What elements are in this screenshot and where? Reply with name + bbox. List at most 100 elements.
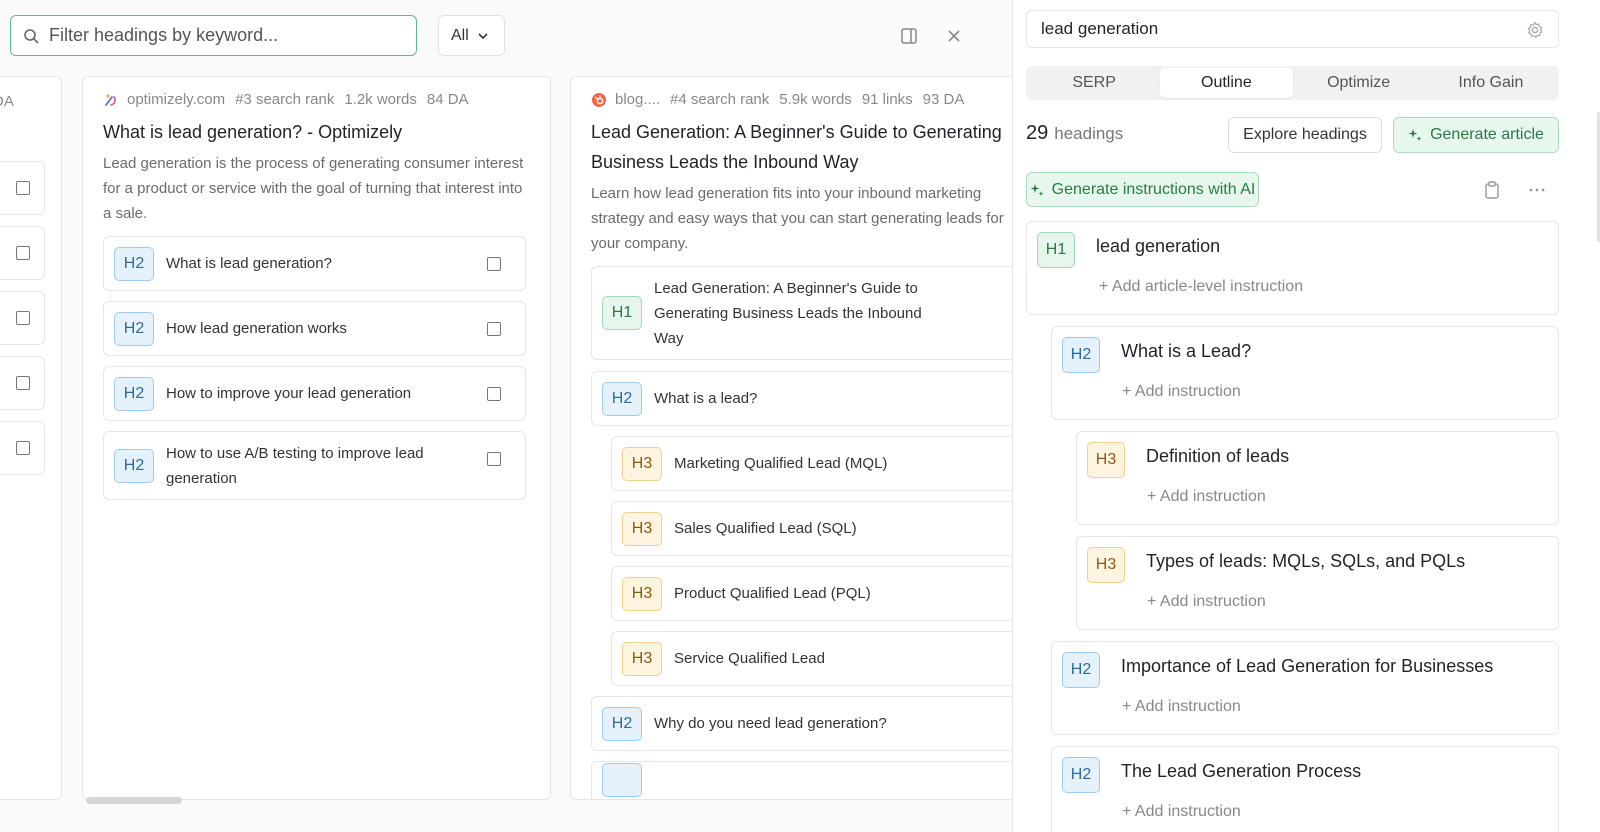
generate-article-button[interactable]: Generate article [1393, 117, 1559, 153]
outline-item-h3[interactable]: H3 Definition of leads + Add instruction [1076, 431, 1559, 525]
source-meta-da: DA [0, 93, 14, 110]
heading-checkbox[interactable] [487, 386, 501, 401]
heading-count: 29 headings [1026, 122, 1123, 145]
heading-text: How to use A/B testing to improve lead g… [166, 444, 424, 487]
source-links: 91 links [861, 91, 913, 108]
add-instruction-link[interactable]: + Add instruction [1122, 383, 1241, 401]
outline-heading-text[interactable]: Importance of Lead Generation for Busine… [1121, 656, 1493, 677]
outline-heading-text[interactable]: Definition of leads [1146, 446, 1289, 467]
heading-row[interactable] [0, 291, 45, 345]
generate-article-label: Generate article [1430, 126, 1544, 143]
heading-text: How lead generation works [166, 320, 347, 337]
heading-level-tag: H3 [622, 446, 662, 481]
gear-icon[interactable] [1526, 21, 1544, 39]
outline-heading-text[interactable]: The Lead Generation Process [1121, 761, 1361, 782]
source-description: Lead generation is the process of genera… [103, 155, 524, 222]
outline-level-tag: H2 [1062, 652, 1100, 688]
heading-row[interactable]: H3 Sales Qualified Lead (SQL) [611, 501, 1012, 556]
search-box[interactable] [10, 15, 417, 56]
heading-row[interactable]: H3 Service Qualified Lead [611, 631, 1012, 686]
add-instruction-link[interactable]: + Add instruction [1147, 593, 1266, 611]
panel-tabs: SERP Outline Optimize Info Gain [1026, 66, 1559, 100]
heading-row[interactable]: H2 What is a lead? [591, 371, 1012, 426]
heading-checkbox[interactable] [16, 376, 30, 390]
heading-text: Service Qualified Lead [674, 650, 825, 667]
outline-level-tag: H2 [1062, 757, 1100, 793]
outline-item-h2[interactable]: H2 Importance of Lead Generation for Bus… [1051, 641, 1559, 735]
close-icon[interactable] [944, 26, 964, 46]
heading-checkbox[interactable] [16, 311, 30, 325]
heading-level-tag: H1 [602, 296, 642, 330]
tab-info-gain[interactable]: Info Gain [1425, 68, 1557, 98]
outline-heading-text[interactable]: lead generation [1096, 236, 1220, 257]
search-input[interactable] [49, 25, 389, 46]
source-title[interactable]: What is lead generation? - Optimizely [103, 117, 402, 147]
heading-row[interactable]: H3 Marketing Qualified Lead (MQL) [611, 436, 1012, 491]
outline-item-h1[interactable]: H1 lead generation + Add article-level i… [1026, 221, 1559, 315]
outline-item-h2[interactable]: H2 The Lead Generation Process + Add ins… [1051, 746, 1559, 832]
heading-count-label: headings [1054, 124, 1124, 143]
heading-level-tag [602, 762, 642, 797]
heading-row[interactable] [0, 161, 45, 215]
more-options-icon[interactable] [1527, 180, 1547, 200]
outline-item-h2[interactable]: H2 What is a Lead? + Add instruction [1051, 326, 1559, 420]
heading-row[interactable]: H2 How to use A/B testing to improve lea… [103, 431, 526, 500]
heading-row[interactable]: H2 How to improve your lead generation [103, 366, 526, 421]
filter-dropdown[interactable]: All [438, 15, 505, 56]
heading-checkbox[interactable] [16, 181, 30, 195]
sparkle-icon [1408, 129, 1422, 141]
heading-row[interactable] [0, 421, 45, 475]
heading-text: How to improve your lead generation [166, 385, 412, 402]
heading-checkbox[interactable] [487, 256, 501, 271]
search-icon [23, 28, 39, 44]
heading-checkbox[interactable] [487, 452, 501, 466]
outline-level-tag: H3 [1087, 442, 1125, 478]
add-article-instruction-link[interactable]: + Add article-level instruction [1099, 278, 1303, 296]
tab-outline[interactable]: Outline [1160, 68, 1293, 98]
source-domain[interactable]: blog.... [615, 91, 660, 108]
outline-heading-text[interactable]: What is a Lead? [1121, 341, 1251, 362]
heading-row[interactable] [0, 226, 45, 280]
optimizely-favicon-icon [103, 92, 119, 108]
add-instruction-link[interactable]: + Add instruction [1122, 698, 1241, 716]
hubspot-favicon-icon [591, 92, 607, 108]
heading-checkbox[interactable] [16, 246, 30, 260]
source-rank: #4 search rank [670, 91, 770, 108]
heading-row[interactable]: H2 How lead generation works [103, 301, 526, 356]
source-title[interactable]: Lead Generation: A Beginner's Guide to G… [591, 117, 1012, 177]
heading-row[interactable]: H2 Why do you need lead generation? [591, 696, 1012, 751]
heading-row[interactable]: H3 Product Qualified Lead (PQL) [611, 566, 1012, 621]
outline-item-h3[interactable]: H3 Types of leads: MQLs, SQLs, and PQLs … [1076, 536, 1559, 630]
explore-headings-button[interactable]: Explore headings [1228, 117, 1382, 153]
heading-text: Sales Qualified Lead (SQL) [674, 520, 857, 537]
source-words: 1.2k words [344, 91, 417, 108]
source-da: 84 DA [426, 91, 469, 108]
heading-row[interactable]: H1 Lead Generation: A Beginner's Guide t… [591, 266, 1012, 360]
heading-level-tag: H2 [114, 246, 154, 281]
keyword-field[interactable]: lead generation [1026, 10, 1559, 48]
heading-checkbox[interactable] [487, 321, 501, 336]
heading-level-tag: H2 [602, 706, 642, 741]
tab-serp[interactable]: SERP [1028, 68, 1160, 98]
heading-count-number: 29 [1026, 122, 1049, 144]
heading-level-tag: H3 [622, 511, 662, 546]
source-rank: #3 search rank [235, 91, 335, 108]
source-domain[interactable]: optimizely.com [127, 91, 225, 108]
heading-row[interactable]: H2 What is lead generation? [103, 236, 526, 291]
heading-level-tag: H2 [602, 381, 642, 416]
heading-level-tag: H2 [114, 376, 154, 411]
clipboard-icon[interactable] [1482, 180, 1502, 200]
heading-row-partial[interactable] [591, 761, 1012, 799]
outline-heading-text[interactable]: Types of leads: MQLs, SQLs, and PQLs [1146, 551, 1465, 572]
heading-row[interactable] [0, 356, 45, 410]
heading-text: Lead Generation: A Beginner's Guide to G… [654, 279, 922, 347]
add-instruction-link[interactable]: + Add instruction [1147, 488, 1266, 506]
tab-optimize[interactable]: Optimize [1293, 68, 1425, 98]
panel-toggle-icon[interactable] [899, 26, 919, 46]
generate-instructions-button[interactable]: Generate instructions with AI [1026, 172, 1259, 207]
add-instruction-link[interactable]: + Add instruction [1122, 803, 1241, 821]
heading-level-tag: H2 [114, 311, 154, 346]
heading-checkbox[interactable] [16, 441, 30, 455]
outline-level-tag: H1 [1037, 232, 1075, 268]
horizontal-scrollbar[interactable] [86, 797, 182, 804]
